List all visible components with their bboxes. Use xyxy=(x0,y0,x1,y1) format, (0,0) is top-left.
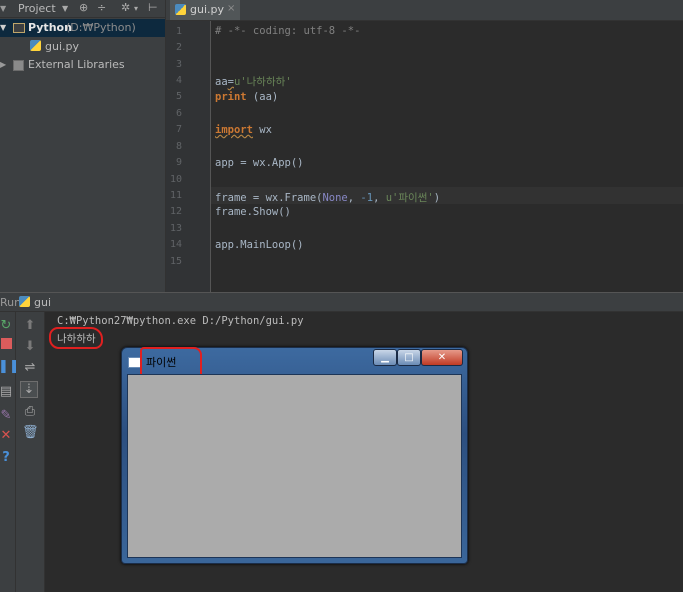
settings-gear-icon[interactable]: ✲ xyxy=(121,1,130,14)
clear-all-icon[interactable]: 🗑 xyxy=(22,425,39,440)
window-client-area[interactable] xyxy=(127,374,462,558)
file-name-label: gui.py xyxy=(45,40,79,53)
external-libraries-label: External Libraries xyxy=(28,58,125,71)
code-text: frame = wx.Frame( xyxy=(215,192,323,204)
minimize-button[interactable]: ▁ xyxy=(373,349,397,366)
print-icon[interactable]: ⎙ xyxy=(22,404,38,419)
scroll-down-icon[interactable]: ⬇ xyxy=(22,339,38,354)
python-file-icon xyxy=(30,40,41,51)
line-number: 15 xyxy=(169,256,182,267)
stop-icon[interactable] xyxy=(0,338,14,353)
line-number: 12 xyxy=(169,206,182,217)
line-number: 6 xyxy=(175,108,182,119)
code-text: , xyxy=(373,192,386,204)
line-number: 2 xyxy=(175,42,182,53)
code-line-12[interactable]: frame.Show() xyxy=(215,206,291,218)
collapse-all-icon[interactable]: ÷ xyxy=(97,1,106,14)
code-line-14[interactable]: app.MainLoop() xyxy=(215,239,304,251)
tree-item-gui-py[interactable]: gui.py xyxy=(30,39,160,55)
root-folder-path: (D:₩Python) xyxy=(66,21,136,34)
code-line-7[interactable]: import wx xyxy=(215,124,272,136)
run-header: Run gui xyxy=(0,293,683,312)
tab-label: gui.py xyxy=(190,3,224,16)
soft-wrap-icon[interactable]: ⇌ xyxy=(22,360,38,375)
code-text: , xyxy=(347,192,361,204)
line-number: 13 xyxy=(169,223,182,234)
locate-icon[interactable]: ⊕ xyxy=(79,1,88,14)
tab-gui-py[interactable]: gui.py × xyxy=(170,0,240,20)
expand-arrow-icon[interactable]: ▼ xyxy=(0,23,6,32)
line-number: 4 xyxy=(175,75,182,86)
folder-icon xyxy=(13,23,25,33)
scroll-to-end-icon[interactable]: ⇣ xyxy=(20,381,38,398)
window-titlebar[interactable]: 파이썬 ▁ □ ✕ xyxy=(122,347,467,382)
run-left-toolbar: ↻ ❚❚ ▤ ✎ ✕ ? xyxy=(0,312,20,592)
settings-dropdown-icon[interactable]: ▾ xyxy=(134,4,138,13)
tree-root-python[interactable]: ▼ Python (D:₩Python) xyxy=(0,19,165,37)
code-text: (aa) xyxy=(246,91,279,103)
string-token: u'파이썬' xyxy=(385,192,434,204)
comment-token: # -*- coding: utf-8 -*- xyxy=(215,25,361,37)
code-line-1[interactable]: # -*- coding: utf-8 -*- xyxy=(215,25,360,37)
collapse-arrow-icon[interactable]: ▼ xyxy=(0,4,6,13)
help-icon[interactable]: ? xyxy=(0,450,14,465)
line-number: 1 xyxy=(175,26,182,37)
line-number: 14 xyxy=(169,239,182,250)
expand-arrow-icon[interactable]: ▶ xyxy=(0,60,6,69)
code-line-9[interactable]: app = wx.App() xyxy=(215,157,304,169)
wx-frame-window[interactable]: 파이썬 ▁ □ ✕ xyxy=(121,347,468,564)
line-number: 10 xyxy=(169,174,182,185)
hide-panel-icon[interactable]: ⊢ xyxy=(148,1,158,14)
close-tab-icon[interactable]: × xyxy=(227,3,235,14)
python-run-config-icon xyxy=(19,296,30,307)
library-icon xyxy=(13,60,24,71)
close-window-button[interactable]: ✕ xyxy=(421,349,463,366)
line-number: 7 xyxy=(175,124,182,135)
editor-tab-bar: gui.py × xyxy=(166,0,683,21)
keyword-token: import xyxy=(215,124,253,136)
editor-panel: gui.py × 1 2 3 4 5 6 7 8 9 10 11 12 13 1… xyxy=(165,0,683,292)
run-label: Run xyxy=(0,296,22,309)
close-run-icon[interactable]: ✕ xyxy=(0,428,14,443)
code-text: app = wx.App() xyxy=(215,157,304,169)
python-file-icon xyxy=(175,4,186,15)
pause-icon[interactable]: ❚❚ xyxy=(0,359,20,374)
line-number: 8 xyxy=(175,141,182,152)
restore-layout-icon[interactable]: ▤ xyxy=(0,384,14,399)
code-text: ) xyxy=(433,192,441,204)
line-number: 5 xyxy=(175,91,182,102)
line-number: 11 xyxy=(169,190,182,201)
red-annotation-circle xyxy=(49,327,103,349)
line-number-gutter: 1 2 3 4 5 6 7 8 9 10 11 12 13 14 15 xyxy=(166,21,211,292)
dropdown-icon[interactable]: ▼ xyxy=(62,4,68,13)
run-console-toolbar: ⬆ ⬇ ⇌ ⇣ ⎙ 🗑 xyxy=(16,312,45,592)
code-line-5[interactable]: print (aa) xyxy=(215,91,278,103)
console-command-line: C:₩Python27₩python.exe D:/Python/gui.py xyxy=(57,315,304,327)
line-number: 3 xyxy=(175,59,182,70)
run-config-name: gui xyxy=(34,296,52,309)
project-panel: ▼ Project ▼ ⊕ ÷ ✲ ▾ ⊢ ▼ Python (D:₩Pytho… xyxy=(0,0,165,292)
code-text: wx xyxy=(252,124,272,136)
maximize-button[interactable]: □ xyxy=(397,349,421,366)
code-text: app.MainLoop() xyxy=(215,239,304,251)
scroll-up-icon[interactable]: ⬆ xyxy=(22,318,38,333)
string-token: u'나하하하' xyxy=(233,76,292,88)
tree-item-external-libraries[interactable]: ▶ External Libraries xyxy=(0,57,160,73)
none-token: None xyxy=(322,192,348,204)
number-token: -1 xyxy=(360,192,374,204)
line-number: 9 xyxy=(175,157,182,168)
project-header: ▼ Project ▼ ⊕ ÷ ✲ ▾ ⊢ xyxy=(0,0,165,18)
keyword-token: print xyxy=(215,91,247,103)
project-view-label[interactable]: Project xyxy=(18,2,56,15)
code-line-11[interactable]: frame = wx.Frame(None, -1, u'파이썬') xyxy=(215,190,440,205)
code-text: frame.Show() xyxy=(215,206,291,218)
identifier-token: aa xyxy=(215,76,228,88)
code-line-4[interactable]: aa=u'나하하하' xyxy=(215,74,292,89)
rerun-icon[interactable]: ↻ xyxy=(0,318,14,333)
pin-icon[interactable]: ✎ xyxy=(0,408,14,423)
